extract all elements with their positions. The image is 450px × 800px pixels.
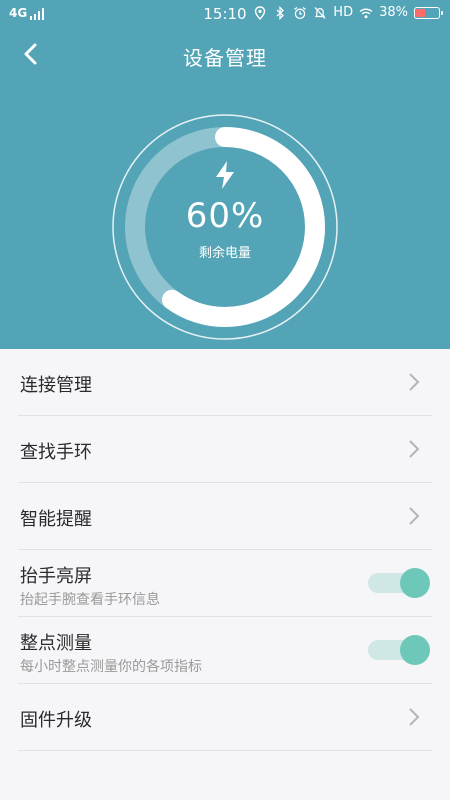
- chevron-right-icon: [409, 440, 420, 458]
- battery-remaining-label: 剩余电量: [198, 246, 251, 261]
- firmware-upgrade-item[interactable]: 固件升级: [18, 684, 432, 751]
- status-bar: 4G 15:10 HD 38%: [0, 0, 450, 28]
- bluetooth-icon: [276, 5, 285, 20]
- battery-percent: 38%: [379, 5, 408, 20]
- hourly-measure-label: 整点测量: [20, 633, 92, 654]
- find-band-item[interactable]: 查找手环: [18, 416, 432, 483]
- settings-list: 连接管理 查找手环 智能提醒 抬手亮屏 抬起手腕查看手环信息 整点测量 每小时整…: [0, 349, 450, 751]
- firmware-upgrade-label: 固件升级: [20, 710, 92, 731]
- battery-gauge-text: 60% 剩余电量: [110, 112, 340, 342]
- connection-management-label: 连接管理: [20, 375, 92, 396]
- location-icon: [255, 5, 266, 20]
- status-time: 15:10: [203, 5, 247, 23]
- nav-bar: 设备管理: [0, 28, 450, 82]
- chevron-right-icon: [409, 373, 420, 391]
- lightning-icon: [216, 161, 234, 189]
- smart-reminder-label: 智能提醒: [20, 509, 92, 530]
- smart-reminder-item[interactable]: 智能提醒: [18, 483, 432, 550]
- hd-indicator: HD: [333, 5, 354, 20]
- hourly-measure-toggle[interactable]: [368, 635, 430, 665]
- mute-icon: [314, 6, 326, 19]
- raise-to-wake-label: 抬手亮屏: [20, 566, 92, 587]
- status-icons: HD 38%: [253, 5, 443, 20]
- battery-percent-value: 60%: [185, 196, 265, 236]
- connection-management-item[interactable]: 连接管理: [18, 349, 432, 416]
- battery-icon: [414, 6, 443, 19]
- raise-to-wake-toggle[interactable]: [368, 568, 430, 598]
- wifi-icon: [359, 8, 373, 18]
- raise-to-wake-description: 抬起手腕查看手环信息: [20, 592, 160, 608]
- toggle-knob: [400, 635, 430, 665]
- raise-to-wake-item: 抬手亮屏 抬起手腕查看手环信息: [18, 550, 432, 617]
- alarm-icon: [294, 6, 307, 19]
- chevron-right-icon: [409, 708, 420, 726]
- header: 4G 15:10 HD 38% 设备管理 60% 剩余电量: [0, 0, 450, 349]
- chevron-right-icon: [409, 507, 420, 525]
- toggle-knob: [400, 568, 430, 598]
- hourly-measure-item: 整点测量 每小时整点测量你的各项指标: [18, 617, 432, 684]
- hourly-measure-description: 每小时整点测量你的各项指标: [20, 659, 202, 675]
- find-band-label: 查找手环: [20, 442, 92, 463]
- page-title: 设备管理: [183, 46, 267, 70]
